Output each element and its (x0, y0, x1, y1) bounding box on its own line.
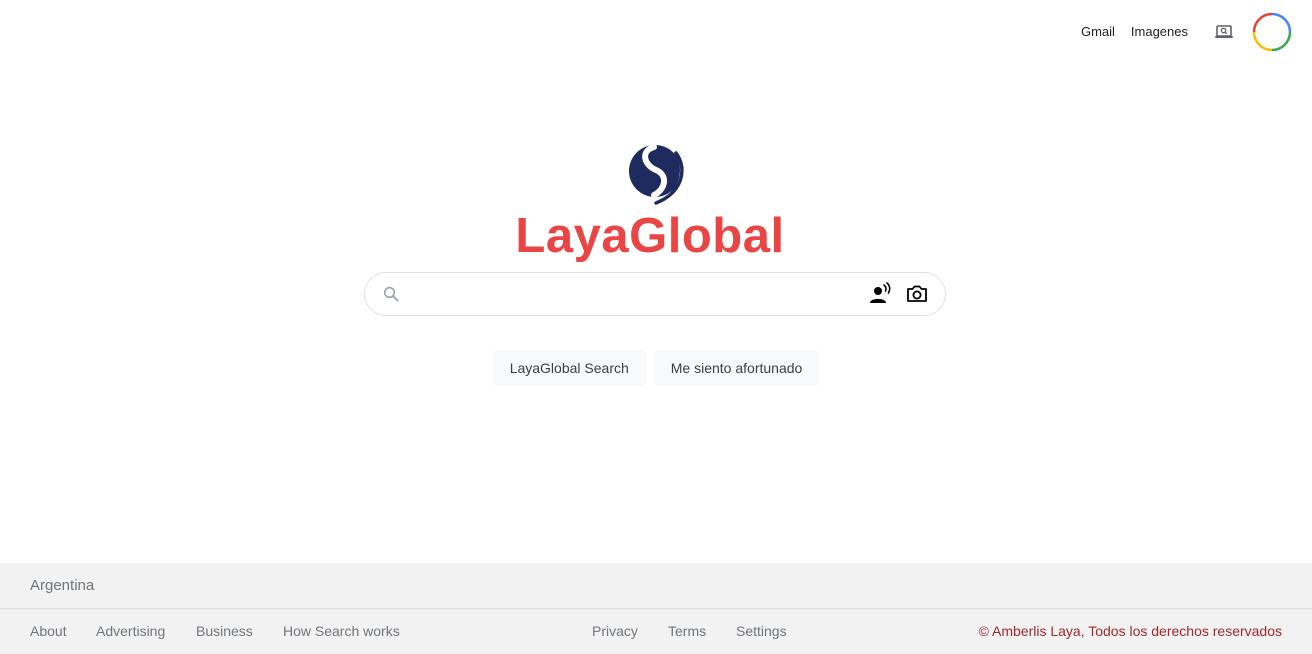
logo-text: LayaGlobal (515, 209, 785, 263)
gmail-link[interactable]: Gmail (1081, 20, 1115, 44)
footer-link-advertising[interactable]: Advertising (96, 609, 165, 654)
search-button[interactable]: LayaGlobal Search (492, 350, 646, 386)
top-nav: Gmail Imagenes (1065, 0, 1312, 64)
search-icon (381, 284, 401, 304)
footer-link-settings[interactable]: Settings (736, 609, 787, 654)
footer-link-business[interactable]: Business (196, 609, 253, 654)
images-link[interactable]: Imagenes (1131, 20, 1188, 44)
logo-mark-icon (624, 142, 688, 205)
footer: Argentina About Advertising Business How… (0, 563, 1312, 654)
footer-links: About Advertising Business How Search wo… (0, 609, 1312, 654)
page: Gmail Imagenes LayaGlobal LayaGlobal Sea… (0, 0, 1312, 654)
camera-icon[interactable] (905, 282, 929, 306)
footer-link-about[interactable]: About (30, 609, 67, 654)
footer-link-terms[interactable]: Terms (668, 609, 706, 654)
footer-country: Argentina (0, 563, 1312, 609)
voice-search-icon[interactable] (869, 282, 893, 306)
copyright-text: © Amberlis Laya, Todos los derechos rese… (978, 623, 1282, 639)
search-input[interactable] (401, 274, 869, 314)
footer-link-privacy[interactable]: Privacy (592, 609, 638, 654)
search-buttons: LayaGlobal Search Me siento afortunado (0, 350, 1312, 386)
footer-link-how-search-works[interactable]: How Search works (283, 609, 400, 654)
laptop-search-icon[interactable] (1212, 20, 1236, 44)
avatar[interactable] (1252, 12, 1292, 52)
search-box (364, 272, 946, 316)
lucky-button[interactable]: Me siento afortunado (653, 350, 820, 386)
